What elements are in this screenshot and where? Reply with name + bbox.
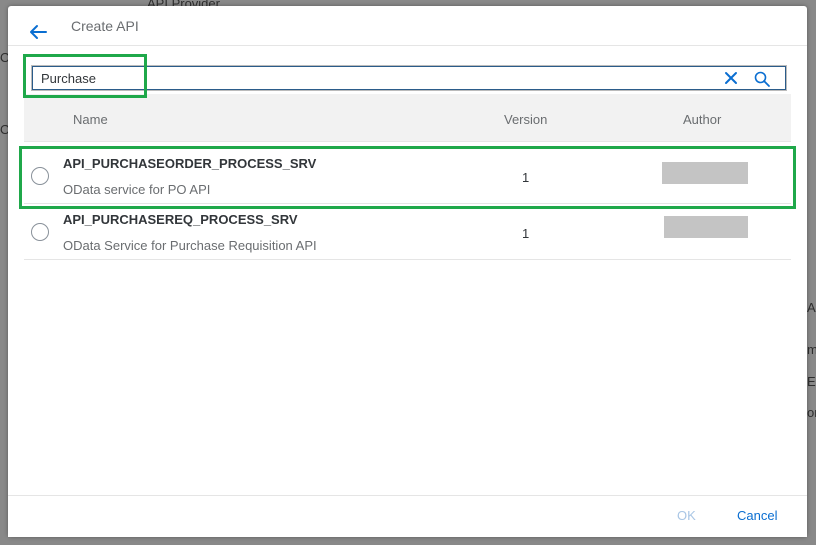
arrow-left-icon[interactable] bbox=[26, 20, 50, 42]
dialog-footer: OK Cancel bbox=[8, 495, 807, 537]
dialog-title: Create API bbox=[71, 18, 139, 34]
table-row[interactable]: API_PURCHASEORDER_PROCESS_SRV OData serv… bbox=[24, 148, 791, 204]
api-name: API_PURCHASEREQ_PROCESS_SRV bbox=[63, 212, 298, 227]
close-icon[interactable] bbox=[723, 70, 739, 86]
api-version: 1 bbox=[522, 226, 530, 241]
row-radio-button[interactable] bbox=[31, 223, 49, 241]
api-description: OData Service for Purchase Requisition A… bbox=[63, 238, 317, 253]
api-description: OData service for PO API bbox=[63, 182, 211, 197]
ok-button[interactable]: OK bbox=[677, 508, 696, 523]
api-version: 1 bbox=[522, 170, 530, 185]
search-input[interactable] bbox=[41, 69, 701, 87]
column-header-name: Name bbox=[73, 112, 108, 127]
magnifier-icon[interactable] bbox=[753, 70, 771, 88]
api-name: API_PURCHASEORDER_PROCESS_SRV bbox=[63, 156, 317, 171]
search-field[interactable] bbox=[32, 66, 786, 90]
author-redacted bbox=[662, 162, 748, 184]
table-header: Name Version Author bbox=[24, 94, 791, 142]
create-api-dialog: Create API Name Version Author API_PURCH… bbox=[8, 6, 807, 537]
dialog-header: Create API bbox=[8, 6, 807, 46]
column-header-author: Author bbox=[683, 112, 722, 127]
column-header-version: Version bbox=[504, 112, 548, 127]
table-row[interactable]: API_PURCHASEREQ_PROCESS_SRV OData Servic… bbox=[24, 204, 791, 260]
author-redacted bbox=[664, 216, 748, 238]
cancel-button[interactable]: Cancel bbox=[737, 508, 777, 523]
row-radio-button[interactable] bbox=[31, 167, 49, 185]
